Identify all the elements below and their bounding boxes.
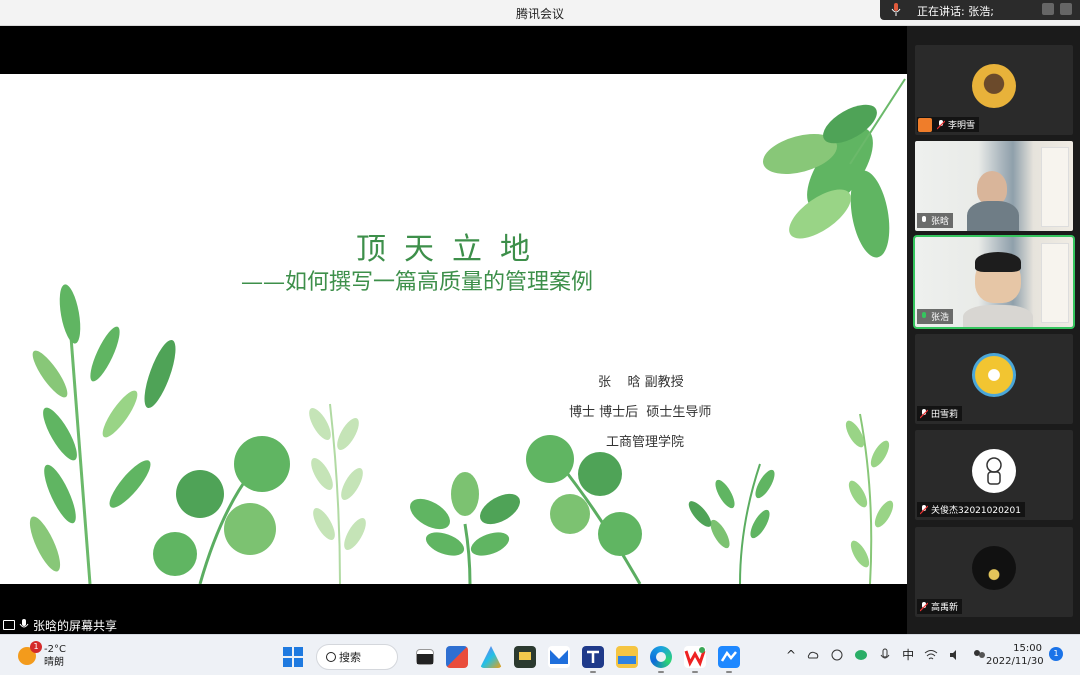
participant-face	[977, 171, 1007, 205]
avatar	[972, 64, 1016, 108]
slide-subtitle: ——如何撰写一篇高质量的管理案例	[241, 270, 594, 295]
clock-time: 15:00	[1013, 643, 1042, 654]
sync-icon[interactable]	[830, 648, 844, 662]
participant-body	[963, 305, 1033, 327]
screen: 腾讯会议 正在讲话: 张浩; 顶天立地 ——如何撰写一篇高质量的管理案例 张 晗…	[0, 0, 1080, 675]
task-view-icon[interactable]	[416, 649, 434, 665]
tencent-meeting-icon[interactable]	[582, 646, 604, 673]
weather-sun-icon: 1	[18, 641, 42, 665]
mic-icon	[922, 215, 926, 222]
clock[interactable]: 15:00 2022/11/30	[986, 642, 1044, 668]
screen-share-label: 张晗的屏幕共享	[0, 616, 117, 634]
running-indicator	[726, 671, 732, 673]
running-indicator	[658, 671, 664, 673]
participant-tile-active[interactable]: 张浩	[913, 235, 1075, 329]
lark-icon[interactable]	[718, 646, 740, 673]
slide-title: 顶天立地	[356, 232, 548, 267]
astronaut-icon	[986, 457, 1002, 485]
participant-nametag: 高禹新	[917, 599, 963, 614]
weather-badge: 1	[30, 641, 42, 653]
mic-active-icon	[922, 311, 926, 318]
screen-share-text: 张晗的屏幕共享	[33, 618, 118, 633]
cloud-icon[interactable]	[806, 648, 820, 662]
file-explorer-icon[interactable]	[616, 646, 638, 668]
participant-tile[interactable]: 李明雪	[915, 45, 1073, 135]
participant-nametag: 李明雪	[917, 117, 980, 132]
author-school: 工商管理学院	[606, 435, 685, 450]
speaking-indicator: 正在讲话: 张浩;	[880, 0, 1080, 20]
ime-indicator[interactable]: 中	[902, 646, 914, 663]
participants-panel: 李明雪 张晗 张浩 田雪莉 关俊杰32021020201 高禹新	[907, 26, 1080, 634]
participant-tile[interactable]: 田雪莉	[915, 334, 1073, 424]
avatar	[972, 449, 1016, 493]
search-icon	[326, 652, 336, 662]
study-app-icon[interactable]	[514, 646, 536, 668]
participant-nametag: 张浩	[917, 309, 954, 324]
windows-start-icon[interactable]	[282, 646, 304, 668]
plant-illustration	[29, 78, 906, 584]
avatar	[972, 353, 1016, 397]
weather-desc: 晴朗	[44, 657, 64, 668]
screen-share-icon	[3, 620, 15, 630]
system-tray: ^ 中	[786, 646, 986, 663]
shared-screen: 顶天立地 ——如何撰写一篇高质量的管理案例 张 晗 副教授 博士 博士后 硕士生…	[0, 26, 907, 634]
back-icon[interactable]	[1060, 3, 1072, 15]
participant-nametag: 田雪莉	[917, 406, 963, 421]
speaking-label: 正在讲话: 张浩;	[917, 5, 994, 18]
microphone-icon[interactable]	[878, 648, 892, 662]
author-name: 张 晗 副教授	[598, 375, 684, 390]
participant-nametag: 张晗	[917, 213, 954, 228]
wps-icon[interactable]	[684, 646, 706, 673]
running-indicator	[692, 671, 698, 673]
clock-date: 2022/11/30	[986, 656, 1044, 667]
participant-name: 关俊杰32021020201	[931, 506, 1021, 516]
mic-muted-icon	[920, 504, 928, 514]
weather-temp: -2°C	[44, 644, 66, 655]
participant-name: 张浩	[931, 313, 950, 323]
participant-name: 张晗	[931, 217, 950, 227]
author-degrees: 博士 博士后 硕士生导师	[569, 405, 712, 420]
notification-badge[interactable]: 1	[1049, 647, 1063, 661]
participant-body	[967, 201, 1019, 231]
participant-tile[interactable]: 张晗	[915, 141, 1073, 231]
participant-name: 李明雪	[948, 121, 976, 131]
layout-icon[interactable]	[1042, 3, 1054, 15]
mic-icon	[19, 619, 29, 628]
running-indicator	[590, 671, 596, 673]
search-label: 搜索	[339, 651, 361, 664]
mic-muted-icon	[920, 408, 928, 418]
video-background-shelf	[1041, 147, 1069, 227]
avatar	[972, 546, 1016, 590]
mic-muted-icon	[920, 601, 928, 611]
mic-muted-icon	[937, 119, 945, 129]
participant-name: 田雪莉	[931, 410, 959, 420]
mail-icon[interactable]	[548, 646, 570, 668]
participant-nametag: 关俊杰32021020201	[917, 502, 1025, 517]
wechat-icon[interactable]	[854, 648, 868, 662]
people-icon[interactable]	[972, 648, 986, 662]
mic-icon	[891, 3, 901, 16]
slide: 顶天立地 ——如何撰写一篇高质量的管理案例 张 晗 副教授 博士 博士后 硕士生…	[0, 74, 907, 584]
taskbar-search[interactable]: 搜索	[316, 644, 398, 670]
volume-icon[interactable]	[948, 648, 962, 662]
participant-tile[interactable]: 高禹新	[915, 527, 1073, 617]
participant-tile[interactable]: 关俊杰32021020201	[915, 430, 1073, 520]
video-background-shelf	[1041, 243, 1069, 323]
chevron-up-icon[interactable]: ^	[786, 648, 796, 662]
taskbar: 1 -2°C 晴朗 搜索 ^ 中 15:00 2022/11/30 1	[0, 634, 1080, 675]
participant-name: 高禹新	[931, 603, 959, 613]
edge-icon[interactable]	[650, 646, 672, 673]
store-icon[interactable]	[446, 646, 468, 668]
weather-widget[interactable]: 1 -2°C 晴朗	[18, 641, 66, 669]
host-icon	[918, 117, 932, 132]
participant-hair	[975, 252, 1021, 272]
wifi-icon[interactable]	[924, 648, 938, 662]
copilot-icon[interactable]	[480, 646, 502, 668]
